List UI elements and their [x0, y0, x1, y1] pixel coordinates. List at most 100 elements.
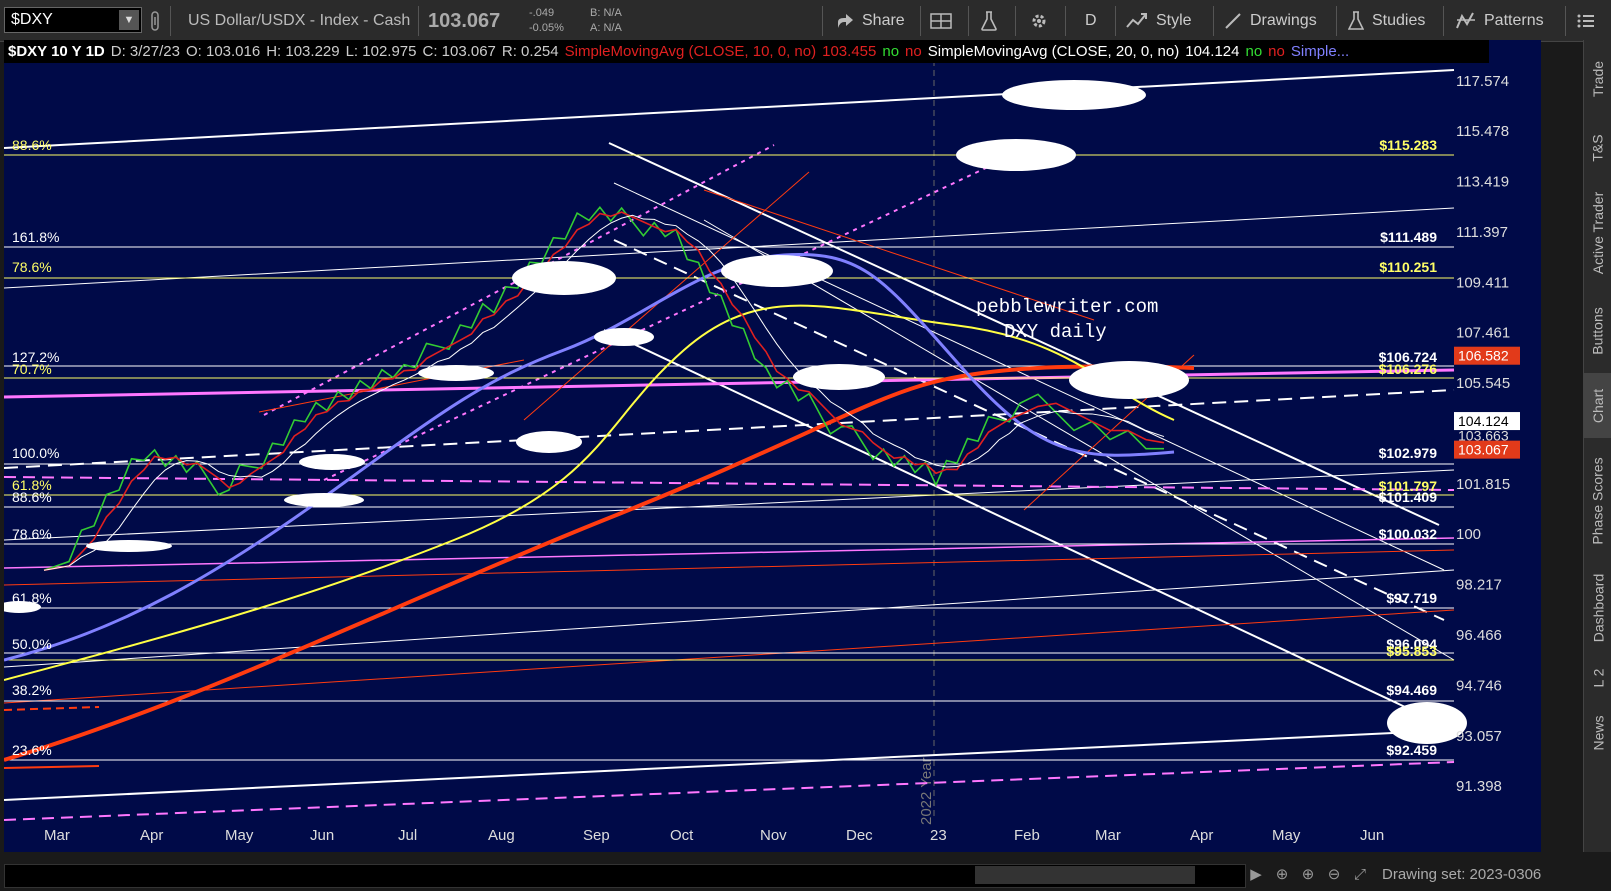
bar-high: H: 103.229 [266, 43, 340, 60]
menu-icon[interactable] [1577, 0, 1595, 42]
bar-date: D: 3/27/23 [110, 43, 180, 60]
fib-right-label: $110.251 [1379, 259, 1437, 275]
chart-toolbar: $DXY ▼ US Dollar/USDX - Index - Cash 103… [0, 0, 1611, 42]
tab-chart[interactable]: Chart [1584, 373, 1611, 438]
drawing-set-label[interactable]: Drawing set: 2023-0306 [1382, 866, 1541, 883]
time-axis-label: Apr [1190, 827, 1213, 844]
time-axis-label: 23 [930, 827, 947, 844]
fib-right-label: $101.409 [1379, 489, 1438, 505]
more-studies-label[interactable]: Simple... [1291, 43, 1349, 60]
price-chart[interactable]: 2022 Year pebblewriter.com DXY daily 88.… [0, 40, 1541, 852]
time-axis-label: Jun [310, 827, 334, 844]
sma10-value: 103.455 [822, 43, 877, 60]
studies-button[interactable]: Studies [1348, 0, 1425, 42]
aggregation-button[interactable]: D [1085, 0, 1097, 42]
scroll-right-icon[interactable]: ▶ [1246, 865, 1266, 885]
scrollbar-thumb[interactable] [975, 866, 1195, 884]
price-axis-tick: 96.466 [1456, 627, 1502, 644]
price-axis-tick: 93.057 [1456, 728, 1502, 745]
year-marker: 2022 Year [918, 757, 935, 825]
bid: B: N/A [590, 7, 622, 19]
ask: A: N/A [590, 22, 622, 34]
zoom-out-icon[interactable]: ⊖ [1324, 865, 1344, 885]
price-axis-tick: 105.545 [1456, 375, 1510, 392]
tab-level-2[interactable]: L 2 [1584, 653, 1611, 703]
annotation-line-2: DXY daily [1004, 321, 1107, 343]
tab-buttons[interactable]: Buttons [1584, 288, 1611, 373]
link-icon[interactable] [150, 0, 164, 42]
chart-canvas[interactable]: 2022 Year pebblewriter.com DXY daily 88.… [0, 40, 1541, 852]
price-axis-tick: 101.815 [1456, 476, 1510, 493]
time-axis-label: Apr [140, 827, 163, 844]
symbol-dropdown-icon[interactable]: ▼ [119, 10, 139, 30]
drawings-button[interactable]: Drawings [1224, 0, 1317, 42]
symbol-input[interactable]: $DXY ▼ [4, 7, 142, 33]
gear-icon[interactable] [1029, 0, 1049, 42]
fib-left-label: 88.6% [12, 137, 52, 153]
style-button[interactable]: Style [1126, 0, 1192, 42]
price-axis-tick: 100 [1456, 526, 1481, 543]
price-axis-tick: 94.746 [1456, 677, 1502, 694]
tab-dashboard[interactable]: Dashboard [1584, 563, 1611, 653]
sma10-flag1: no [882, 43, 900, 60]
patterns-button[interactable]: Patterns [1456, 0, 1544, 42]
tab-label: L 2 [1589, 668, 1606, 688]
fib-left-label: 161.8% [12, 229, 59, 245]
time-axis-label: Mar [1095, 827, 1121, 844]
sma20-flag2: no [1268, 43, 1285, 60]
fib-left-label: 38.2% [12, 682, 52, 698]
fit-icon[interactable]: ⤢ [1350, 865, 1370, 885]
studies-label: Studies [1372, 12, 1426, 29]
time-axis-label: May [1272, 827, 1301, 844]
fib-right-label: $97.719 [1386, 590, 1437, 606]
tab-time-and-sales[interactable]: T&S [1584, 118, 1611, 178]
fib-right-label: $102.979 [1379, 445, 1438, 461]
fib-left-label: 70.7% [12, 361, 52, 377]
tab-label: News [1590, 715, 1607, 751]
tab-label: Dashboard [1590, 573, 1606, 643]
tab-news[interactable]: News [1584, 703, 1611, 763]
study-info-bar: $DXY 10 Y 1D D: 3/27/23 O: 103.016 H: 10… [4, 40, 1489, 63]
tab-label: Chart [1590, 388, 1607, 423]
symbol-text: $DXY [11, 11, 53, 28]
share-icon [838, 14, 853, 28]
sma20-label[interactable]: SimpleMovingAvg (CLOSE, 20, 0, no) [928, 43, 1180, 60]
share-button[interactable]: Share [836, 0, 905, 42]
bar-close: C: 103.067 [422, 43, 496, 60]
time-axis-label: Sep [583, 827, 610, 844]
flask-icon[interactable] [980, 0, 998, 42]
crosshair-icon[interactable]: ⊕ [1272, 865, 1292, 885]
fib-right-label: $100.032 [1379, 526, 1438, 542]
price-axis-tick: 113.419 [1456, 174, 1509, 191]
price-axis-tick: 107.461 [1456, 325, 1510, 342]
time-axis-label: Aug [488, 827, 515, 844]
sma10-flag2: no [905, 43, 922, 60]
tab-trade[interactable]: Trade [1584, 40, 1611, 118]
fib-right-label: $106.276 [1379, 361, 1438, 377]
bar-open: O: 103.016 [185, 43, 261, 60]
bid-ask-group: B: N/A A: N/A [590, 0, 622, 42]
sma10-label[interactable]: SimpleMovingAvg (CLOSE, 10, 0, no) [565, 43, 817, 60]
time-axis-label: Jun [1360, 827, 1384, 844]
tab-active-trader[interactable]: Active Trader [1584, 178, 1611, 288]
zoom-in-icon[interactable]: ⊕ [1298, 865, 1318, 885]
time-axis-label: May [225, 827, 254, 844]
time-axis-label: Jul [398, 827, 417, 844]
aggregation-label: D [1085, 12, 1097, 29]
fib-right-label: $94.469 [1386, 682, 1437, 698]
price-axis-tick: 115.478 [1456, 123, 1509, 140]
style-icon [1126, 13, 1147, 28]
tab-phase-scores[interactable]: Phase Scores [1584, 438, 1611, 563]
pct-change: -0.05% [529, 22, 564, 34]
tab-label: Phase Scores [1590, 456, 1607, 545]
grid-view-icon[interactable] [930, 0, 952, 42]
patterns-icon [1456, 12, 1475, 29]
tab-label: Trade [1590, 60, 1606, 98]
fib-left-label: 88.6% [12, 489, 52, 505]
fib-right-label: $115.283 [1379, 137, 1437, 153]
bar-low: L: 102.975 [345, 43, 417, 60]
price-tag-label: 106.582 [1458, 348, 1509, 364]
price-tag: 103.067 [1454, 440, 1520, 459]
price-tag: 106.582 [1454, 346, 1520, 365]
fib-left-label: 50.0% [12, 636, 52, 652]
